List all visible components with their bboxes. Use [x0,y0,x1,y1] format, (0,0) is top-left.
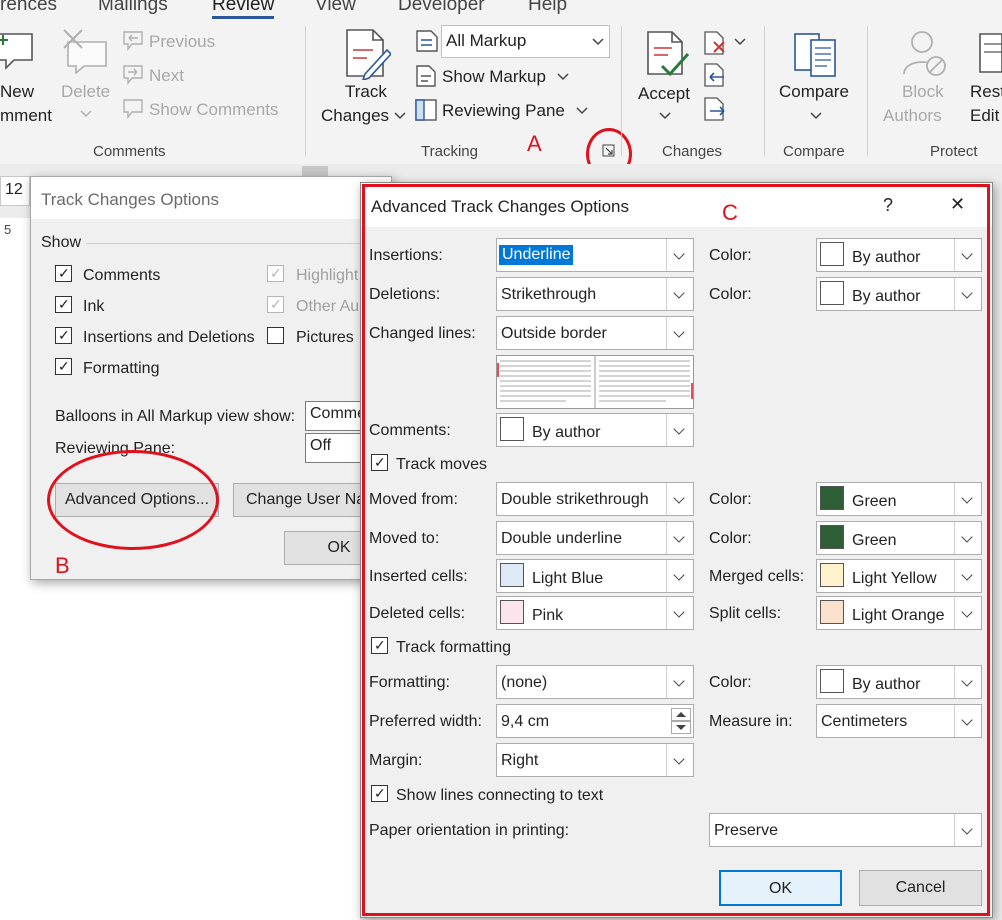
show-markup-label: Show Markup [442,67,546,86]
new-comment-label-1: New [0,82,35,101]
ribbon: rences Mailings Review View Developer He… [0,0,1002,180]
delete-label: Delete [61,82,111,101]
compare-icon [794,33,836,77]
font-size-box[interactable]: 12 [0,176,30,206]
accept-label: Accept [638,84,690,103]
tab-mailings[interactable]: Mailings [98,0,168,16]
reviewing-pane-icon [415,99,437,121]
highlight-checkbox[interactable]: ✓ [267,265,284,282]
tab-review[interactable]: Review [212,0,275,19]
annotation-box-c [362,184,990,916]
previous-change-icon[interactable] [702,62,728,88]
pictures-checkbox-label: Pictures [296,329,354,346]
block-authors-label-2: Authors [883,106,942,125]
chevron-down-icon [394,112,406,120]
check-icon: ✓ [58,358,70,374]
chevron-down-icon [659,112,671,120]
block-authors-icon [903,31,946,76]
group-separator [305,26,306,156]
check-icon: ✓ [270,296,282,312]
chevron-down-icon[interactable] [734,38,746,46]
restrict-editing-label-2: Edit [970,106,1000,125]
comments-checkbox-label: Comments [83,267,161,284]
tracking-group-label: Tracking [421,143,478,160]
changes-group-label: Changes [662,143,723,160]
show-markup-icon [416,65,436,87]
balloons-label: Balloons in All Markup view show: [55,408,296,425]
formatting-checkbox[interactable]: ✓ [55,358,72,375]
next-label: Next [149,66,184,85]
new-comment-label-2: mment [0,106,52,125]
restrict-editing-label-1: Rest [970,82,1002,101]
markup-select[interactable]: All Markup [441,25,610,58]
next-change-icon[interactable] [702,96,728,122]
annotation-circle-advanced [47,450,219,550]
track-changes-label-2: Changes [321,106,390,125]
highlight-checkbox-label: Highlight [296,267,359,284]
show-comments-label: Show Comments [149,100,279,119]
track-changes-label-1: Track [345,82,387,101]
compare-label: Compare [779,82,849,101]
tab-view[interactable]: View [315,0,356,16]
compare-group-label: Compare [783,143,845,160]
tab-developer[interactable]: Developer [398,0,485,16]
chevron-down-icon [810,112,822,120]
insertions-deletions-label: Insertions and Deletions [83,329,255,346]
check-icon: ✓ [270,265,282,281]
show-comments-icon [123,99,143,119]
comments-checkbox[interactable]: ✓ [55,265,72,282]
show-section-label: Show [41,234,82,251]
tab-references[interactable]: rences [0,0,57,16]
annotation-a: A [527,131,542,156]
tab-help[interactable]: Help [528,0,567,16]
accept-icon [647,31,690,77]
block-authors-label-1: Block [902,82,944,101]
check-icon: ✓ [58,296,70,312]
annotation-b: B [55,553,70,578]
insertions-deletions-checkbox[interactable]: ✓ [55,327,72,344]
group-separator [764,26,765,156]
group-separator [621,26,622,156]
chevron-down-icon [576,107,588,115]
reviewing-pane-label: Reviewing Pane [442,101,565,120]
pictures-checkbox[interactable] [267,327,284,344]
check-icon: ✓ [58,327,70,343]
reject-icon[interactable] [702,30,728,56]
restrict-editing-icon [979,33,1002,73]
other-authors-label: Other Au [296,298,360,315]
delete-comment-icon [63,29,107,74]
ink-checkbox-label: Ink [83,298,105,315]
next-comment-icon [123,65,143,85]
check-icon: ✓ [58,265,70,281]
other-authors-checkbox[interactable]: ✓ [267,296,284,313]
formatting-checkbox-label: Formatting [83,360,160,377]
track-changes-icon [346,29,391,80]
ruler-number: 5 [4,222,12,237]
section-divider [86,243,386,244]
display-for-review-icon [416,30,438,52]
previous-label: Previous [149,32,216,51]
chevron-down-icon [80,110,92,118]
comments-group-label: Comments [93,143,166,160]
chevron-down-icon [557,73,569,81]
group-separator [867,26,868,156]
chevron-down-icon [592,38,604,46]
markup-select-value: All Markup [446,31,527,50]
annotation-c: C [722,200,738,225]
protect-group-label: Protect [930,143,978,160]
ink-checkbox[interactable]: ✓ [55,296,72,313]
new-comment-icon [0,33,33,70]
dialog-title: Track Changes Options [41,190,219,209]
previous-comment-icon [123,31,143,51]
